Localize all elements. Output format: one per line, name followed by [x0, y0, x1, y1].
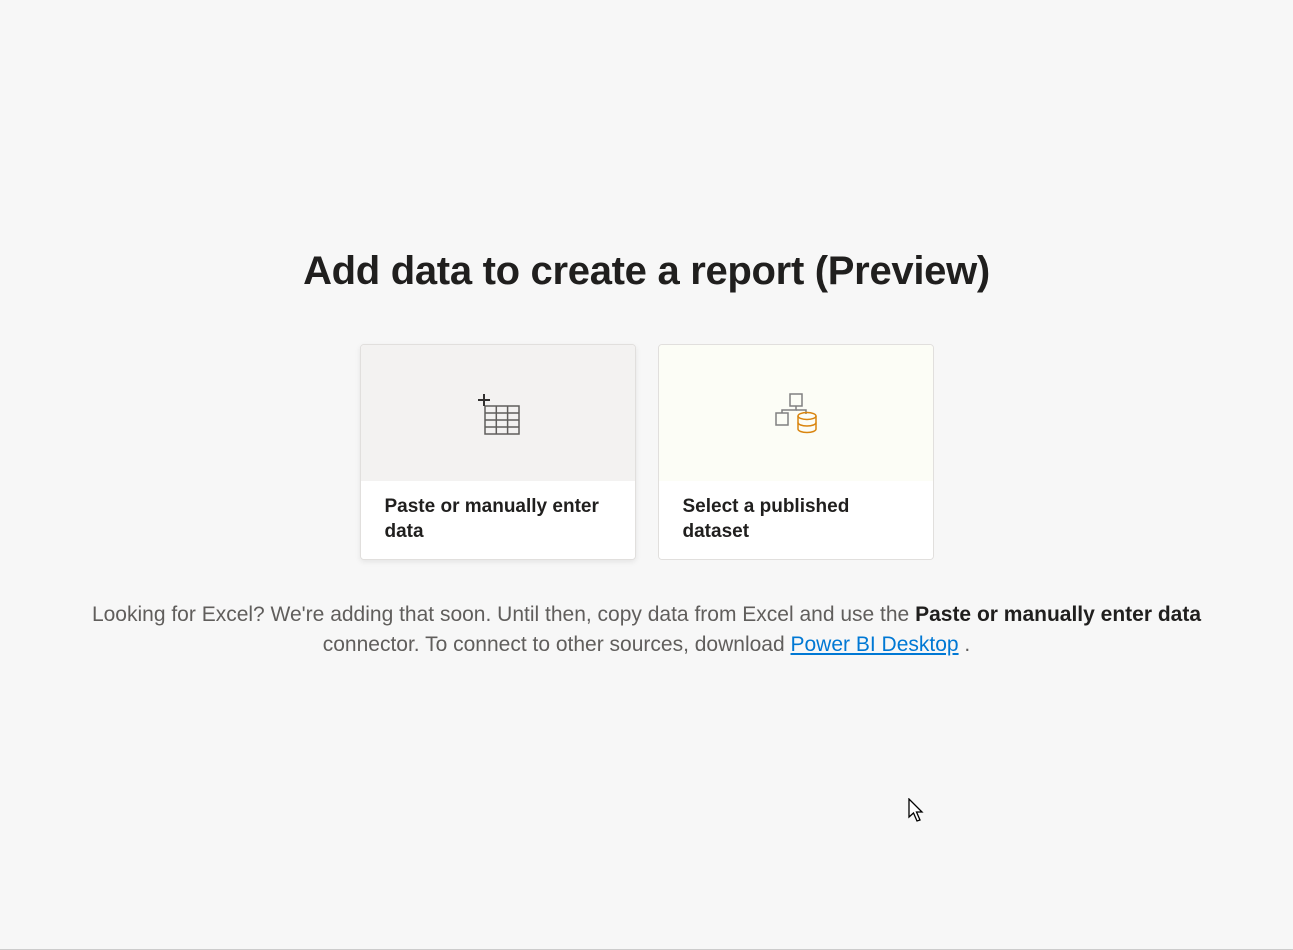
published-dataset-label-area: Select a published dataset: [659, 481, 933, 558]
description-text: Looking for Excel? We're adding that soo…: [32, 600, 1262, 661]
published-dataset-label: Select a published dataset: [683, 495, 909, 544]
desc-bold: Paste or manually enter data: [915, 603, 1201, 626]
paste-data-label-area: Paste or manually enter data: [361, 481, 635, 558]
dataset-database-icon: [770, 387, 822, 439]
paste-data-label: Paste or manually enter data: [385, 495, 611, 544]
paste-data-card[interactable]: Paste or manually enter data: [360, 344, 636, 560]
option-cards: Paste or manually enter data: [360, 344, 934, 560]
power-bi-desktop-link[interactable]: Power BI Desktop: [791, 633, 959, 656]
page-heading: Add data to create a report (Preview): [303, 249, 990, 294]
main-content: Add data to create a report (Preview): [32, 249, 1262, 661]
desc-part2: connector. To connect to other sources, …: [323, 633, 785, 656]
paste-data-icon-area: [361, 345, 635, 482]
mouse-cursor-icon: [908, 798, 926, 824]
published-dataset-icon-area: [659, 345, 933, 482]
desc-part1: Looking for Excel? We're adding that soo…: [92, 603, 909, 626]
table-plus-icon: [474, 389, 522, 437]
desc-part3: .: [964, 633, 970, 656]
published-dataset-card[interactable]: Select a published dataset: [658, 344, 934, 560]
